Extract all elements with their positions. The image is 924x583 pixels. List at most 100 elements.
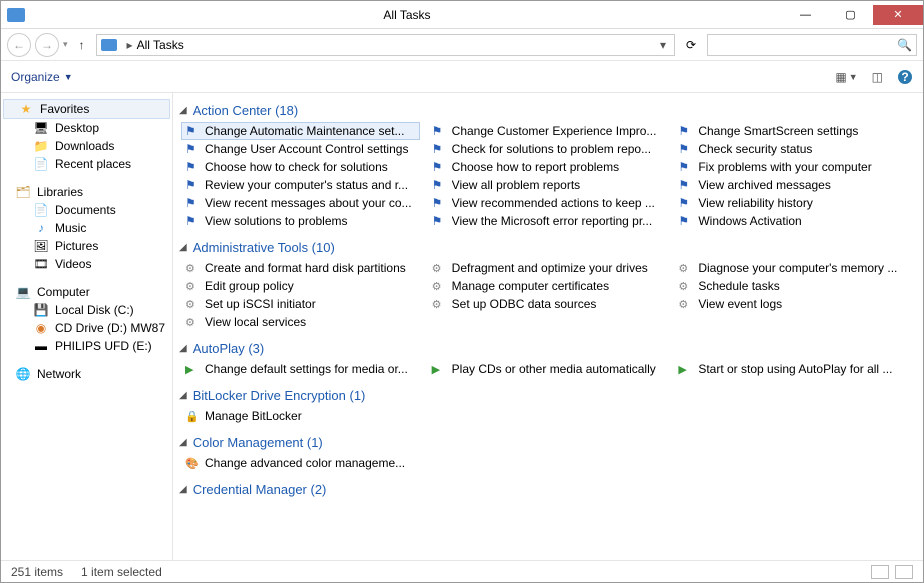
task-item[interactable]: ⚑Change Automatic Maintenance set... (181, 122, 420, 140)
folder-icon: 📁 (33, 139, 49, 153)
task-label: Fix problems with your computer (698, 160, 871, 174)
collapse-icon: ◢ (179, 105, 187, 116)
forward-button[interactable]: → (35, 33, 59, 57)
task-item[interactable]: ⚑View archived messages (674, 176, 913, 194)
category-credential-manager: ◢Credential Manager (2) (173, 478, 913, 501)
task-item[interactable]: ⚑View recommended actions to keep ... (428, 194, 667, 212)
task-item[interactable]: ⚑Change Customer Experience Impro... (428, 122, 667, 140)
flag-icon: ⚑ (678, 160, 692, 174)
task-item[interactable]: ⚙Schedule tasks (674, 277, 913, 295)
selection-count: 1 item selected (81, 565, 162, 579)
task-item[interactable]: ⚙View event logs (674, 295, 913, 313)
search-input[interactable] (712, 38, 897, 52)
sidebar-item-videos[interactable]: 🎞Videos (1, 255, 172, 273)
task-label: View recent messages about your co... (205, 196, 412, 210)
category-bitlocker-drive-encryption: ◢BitLocker Drive Encryption (1)🔒Manage B… (173, 384, 913, 425)
icons-view-button[interactable] (895, 565, 913, 579)
task-label: View local services (205, 315, 306, 329)
category-items: ⚑Change Automatic Maintenance set...⚑Cha… (173, 122, 913, 230)
tool-icon: ⚙ (432, 280, 446, 293)
category-header[interactable]: ◢BitLocker Drive Encryption (1) (173, 384, 913, 407)
task-item[interactable]: ⚑View recent messages about your co... (181, 194, 420, 212)
category-header[interactable]: ◢Action Center (18) (173, 99, 913, 122)
address-bar[interactable]: ▸ All Tasks ▾ (96, 34, 675, 56)
sidebar-item-pictures[interactable]: 🖼Pictures (1, 237, 172, 255)
flag-icon: ⚑ (432, 124, 446, 138)
task-item[interactable]: ⚙View local services (181, 313, 420, 331)
category-header[interactable]: ◢Color Management (1) (173, 431, 913, 454)
task-item[interactable]: ⚙Edit group policy (181, 277, 420, 295)
organize-menu[interactable]: Organize ▼ (11, 70, 73, 84)
libraries-group: 🗂 Libraries 📄Documents ♪Music 🖼Pictures … (1, 183, 172, 273)
task-item[interactable]: 🎨Change advanced color manageme... (181, 454, 420, 472)
collapse-icon: ◢ (179, 437, 187, 448)
breadcrumb-location[interactable]: All Tasks (137, 38, 184, 52)
task-item[interactable]: ⚙Diagnose your computer's memory ... (674, 259, 913, 277)
flag-icon: ⚑ (185, 214, 199, 228)
libraries-label: Libraries (37, 185, 83, 199)
sidebar-item-recent-places[interactable]: 📄Recent places (1, 155, 172, 173)
close-button[interactable]: ✕ (873, 5, 923, 25)
sidebar-item-desktop[interactable]: 🖥Desktop (1, 119, 172, 137)
category-header[interactable]: ◢Credential Manager (2) (173, 478, 913, 501)
help-button[interactable]: ? (897, 69, 913, 85)
details-view-button[interactable] (871, 565, 889, 579)
task-label: Create and format hard disk partitions (205, 261, 406, 275)
minimize-button[interactable]: — (783, 5, 828, 25)
maximize-button[interactable]: ▢ (828, 5, 873, 25)
task-item[interactable]: ⚙Set up ODBC data sources (428, 295, 667, 313)
task-item[interactable]: ⚑View all problem reports (428, 176, 667, 194)
task-label: Change advanced color manageme... (205, 456, 405, 470)
autoplay-icon: ▶ (185, 363, 199, 376)
sidebar-item-music[interactable]: ♪Music (1, 219, 172, 237)
computer-header[interactable]: 💻 Computer (1, 283, 172, 301)
task-item[interactable]: ▶Start or stop using AutoPlay for all ..… (674, 360, 913, 378)
task-item[interactable]: ⚑Change User Account Control settings (181, 140, 420, 158)
back-button[interactable]: ← (7, 33, 31, 57)
task-item[interactable]: ⚑View solutions to problems (181, 212, 420, 230)
up-button[interactable]: ↑ (72, 35, 92, 55)
search-box[interactable]: 🔍 (707, 34, 917, 56)
collapse-icon: ◢ (179, 484, 187, 495)
recent-locations-dropdown[interactable]: ▾ (63, 39, 68, 50)
task-item[interactable]: ⚑Check security status (674, 140, 913, 158)
sidebar-item-cd-drive[interactable]: ◉CD Drive (D:) MW87 (1, 319, 172, 337)
sidebar-item-usb-drive[interactable]: ▬PHILIPS UFD (E:) (1, 337, 172, 355)
tool-icon: ⚙ (185, 262, 199, 275)
task-item[interactable]: ⚑Choose how to check for solutions (181, 158, 420, 176)
favorites-header[interactable]: ★ Favorites (3, 99, 170, 119)
task-item[interactable]: ⚑Change SmartScreen settings (674, 122, 913, 140)
sidebar-item-documents[interactable]: 📄Documents (1, 201, 172, 219)
flag-icon: ⚑ (678, 178, 692, 192)
task-item[interactable]: ▶Play CDs or other media automatically (428, 360, 667, 378)
flag-icon: ⚑ (678, 142, 692, 156)
task-item[interactable]: ⚑Windows Activation (674, 212, 913, 230)
task-item[interactable]: ⚙Manage computer certificates (428, 277, 667, 295)
search-icon[interactable]: 🔍 (897, 38, 912, 52)
task-label: Change User Account Control settings (205, 142, 408, 156)
sidebar-item-downloads[interactable]: 📁Downloads (1, 137, 172, 155)
address-dropdown-icon[interactable]: ▾ (656, 38, 670, 52)
task-item[interactable]: ⚑View the Microsoft error reporting pr..… (428, 212, 667, 230)
task-item[interactable]: ⚙ Create and format hard disk partitions (181, 259, 420, 277)
task-item[interactable]: ⚑Check for solutions to problem repo... (428, 140, 667, 158)
sidebar-item-local-disk[interactable]: 💾Local Disk (C:) (1, 301, 172, 319)
refresh-button[interactable]: ⟳ (679, 34, 703, 56)
network-header[interactable]: 🌐 Network (1, 365, 172, 383)
task-item[interactable]: ⚙Defragment and optimize your drives (428, 259, 667, 277)
task-item[interactable]: ⚙Set up iSCSI initiator (181, 295, 420, 313)
task-item[interactable]: 🔒Manage BitLocker (181, 407, 420, 425)
category-action-center: ◢Action Center (18)⚑Change Automatic Mai… (173, 99, 913, 230)
task-item[interactable]: ⚑View reliability history (674, 194, 913, 212)
libraries-header[interactable]: 🗂 Libraries (1, 183, 172, 201)
category-header[interactable]: ◢Administrative Tools (10) (173, 236, 913, 259)
task-label: Change Automatic Maintenance set... (205, 124, 404, 138)
task-label: Schedule tasks (698, 279, 779, 293)
preview-pane-button[interactable]: ◫ (872, 70, 883, 84)
category-header[interactable]: ◢AutoPlay (3) (173, 337, 913, 360)
task-item[interactable]: ⚑Review your computer's status and r... (181, 176, 420, 194)
view-options-button[interactable]: ▦ ▼ (835, 70, 857, 84)
task-item[interactable]: ▶Change default settings for media or... (181, 360, 420, 378)
task-item[interactable]: ⚑ Fix problems with your computer (674, 158, 913, 176)
task-item[interactable]: ⚑Choose how to report problems (428, 158, 667, 176)
